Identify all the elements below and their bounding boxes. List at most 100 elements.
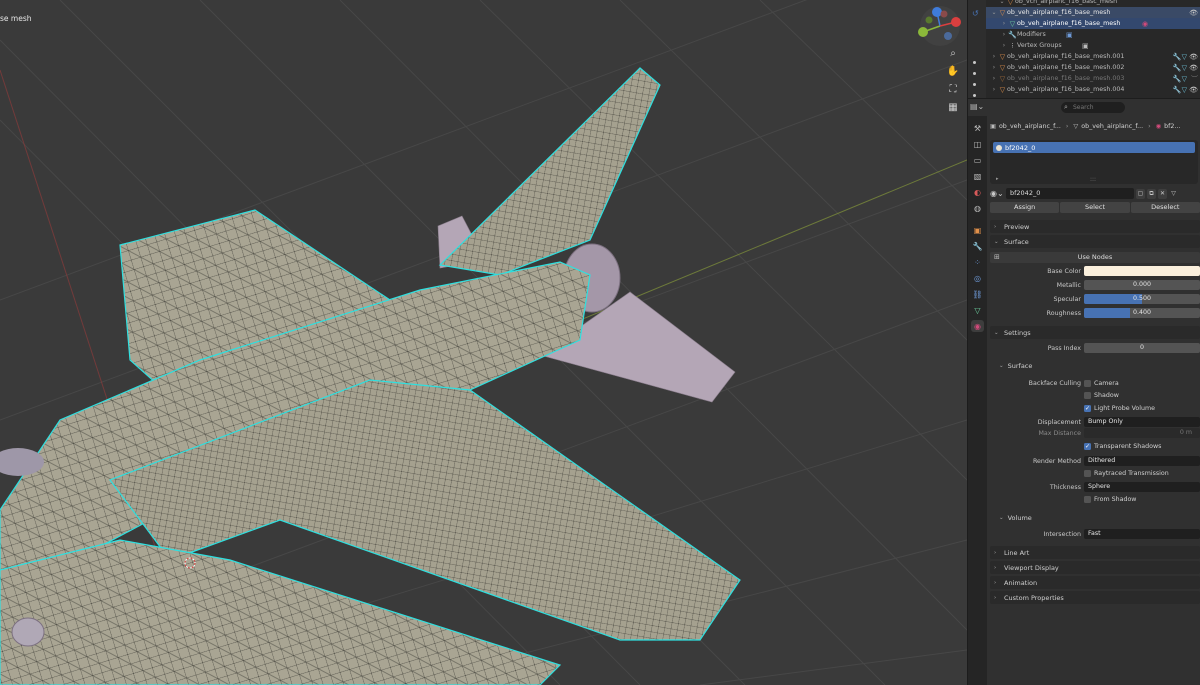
- outliner-row[interactable]: › ▽ ob_veh_airplane_f16_base_mesh.004 🔧▽ 👁: [986, 84, 1200, 95]
- camera-checkbox[interactable]: Camera: [1084, 379, 1119, 388]
- fake-user-icon[interactable]: ▢: [1136, 188, 1145, 199]
- outliner-row-hidden[interactable]: › ▽ ob_veh_airplane_f16_base_mesh.003 🔧▽ ︶: [986, 73, 1200, 84]
- outliner[interactable]: ↺ ⌄ ▽ ob_vch_airplanc_f16_basc_mesh ⌄ ▽ ob_v…: [968, 0, 1200, 98]
- thickness-row: Thickness Sphere: [990, 482, 1200, 493]
- grid-icon[interactable]: ▦: [946, 100, 960, 114]
- collapsed-arrow-icon: ›: [994, 549, 997, 556]
- material-slot[interactable]: bf2042_0: [993, 142, 1195, 153]
- specular-row: Specular 0.500: [990, 294, 1200, 305]
- eye-icon[interactable]: 👁: [1189, 9, 1198, 17]
- particles-tab-icon[interactable]: ⁘: [971, 256, 984, 268]
- world-tab-icon[interactable]: ◍: [971, 202, 984, 214]
- eye-icon[interactable]: 👁: [1189, 86, 1198, 94]
- node-tree-icon: ⊞: [994, 253, 1000, 261]
- expanded-arrow-icon: ⌄: [999, 515, 1004, 521]
- visibility-dot: [973, 61, 976, 64]
- backface-culling-row: Backface Culling Camera: [1028, 379, 1119, 388]
- transparent-shadows-checkbox[interactable]: ✓ Transparent Shadows: [1084, 442, 1161, 451]
- outliner-row-selected[interactable]: ⌄ ▽ ob_veh_airplane_f16_base_mesh 👁: [986, 7, 1200, 18]
- duplicate-icon[interactable]: ⧉: [1147, 188, 1156, 199]
- 3d-viewport[interactable]: se mesh ⌕ ✋ ⛶ ▦: [0, 0, 967, 685]
- deselect-button[interactable]: Deselect: [1130, 202, 1200, 213]
- mesh-object-icon: ▽: [999, 8, 1006, 17]
- checkbox-icon: [1084, 470, 1091, 477]
- metallic-row: Metallic 0.000: [990, 280, 1200, 291]
- physics-tab-icon[interactable]: ◎: [971, 272, 984, 284]
- hand-icon[interactable]: ✋: [946, 64, 960, 78]
- outliner-row[interactable]: › ▽ ob_veh_airplane_f16_base_mesh.002 🔧▽ 👁: [986, 62, 1200, 73]
- roughness-slider[interactable]: 0.400: [1084, 308, 1200, 318]
- viewport-object-label: se mesh: [0, 14, 32, 23]
- eye-icon[interactable]: 👁: [1189, 53, 1198, 61]
- check-icon: ✓: [1084, 443, 1091, 450]
- filter-icon[interactable]: ▽: [1169, 189, 1178, 199]
- material-browse-icon[interactable]: ◉⌄: [990, 189, 1004, 198]
- material-tab-icon[interactable]: ◉: [971, 320, 984, 332]
- use-nodes-button[interactable]: ⊞ Use Nodes: [990, 252, 1200, 263]
- constraints-tab-icon[interactable]: ⛓: [971, 288, 984, 300]
- wrench-icon: 🔧: [1008, 30, 1017, 39]
- aircraft-mesh-scene[interactable]: [0, 0, 967, 685]
- panel-settings[interactable]: ⌄ Settings: [990, 326, 1200, 339]
- panel-viewport-display[interactable]: › Viewport Display: [990, 561, 1200, 574]
- expand-arrow-icon[interactable]: ▸: [996, 176, 999, 182]
- editor-type-dropdown[interactable]: ▤⌄: [970, 102, 984, 111]
- select-button[interactable]: Select: [1060, 202, 1130, 213]
- specular-slider[interactable]: 0.500: [1084, 294, 1200, 304]
- outliner-row-modifiers[interactable]: › 🔧 Modifiers ▣: [986, 29, 1200, 40]
- view-layer-tab-icon[interactable]: ▧: [971, 170, 984, 182]
- intersection-dropdown[interactable]: Fast: [1084, 529, 1200, 539]
- roughness-row: Roughness 0.400: [990, 308, 1200, 319]
- shadow-checkbox[interactable]: Shadow: [1084, 391, 1119, 400]
- base-color-row: Base Color: [990, 266, 1200, 277]
- panel-animation[interactable]: › Animation: [990, 576, 1200, 589]
- scene-tab-icon[interactable]: ◐: [971, 186, 984, 198]
- modifier-badge-icon: ▣: [1066, 30, 1073, 39]
- expand-arrow-icon[interactable]: ›: [1000, 20, 1008, 27]
- base-color-swatch[interactable]: [1084, 266, 1200, 276]
- outliner-row-vertex-groups[interactable]: › ⁝ Vertex Groups ▣: [986, 40, 1200, 51]
- modifier-icons: 🔧▽: [1172, 74, 1187, 83]
- panel-surface[interactable]: ⌄ Surface: [990, 235, 1200, 248]
- eye-closed-icon[interactable]: ︶: [1191, 74, 1198, 84]
- thickness-dropdown[interactable]: Sphere: [1084, 482, 1200, 492]
- render-method-dropdown[interactable]: Dithered: [1084, 456, 1200, 466]
- pass-index-field[interactable]: 0: [1084, 343, 1200, 353]
- collapsed-arrow-icon: ›: [994, 223, 997, 230]
- resize-grip-icon[interactable]: :::: [1090, 176, 1096, 183]
- render-method-row: Render Method Dithered: [990, 456, 1200, 467]
- light-probe-volume-checkbox[interactable]: ✓ Light Probe Volume: [1084, 404, 1155, 413]
- subpanel-surface[interactable]: ⌄ Surface: [999, 360, 1199, 372]
- metallic-slider[interactable]: 0.000: [1084, 280, 1200, 290]
- search-input[interactable]: ⌕ Search: [1061, 102, 1125, 113]
- object-tab-icon[interactable]: ▣: [971, 224, 984, 236]
- subpanel-volume[interactable]: ⌄ Volume: [999, 512, 1199, 524]
- raytraced-transmission-checkbox[interactable]: Raytraced Transmission: [1084, 469, 1169, 478]
- from-shadow-checkbox[interactable]: From Shadow: [1084, 495, 1136, 504]
- modifiers-tab-icon[interactable]: 🔧: [971, 240, 984, 252]
- material-name-field[interactable]: bf2042_0: [1006, 188, 1134, 199]
- displacement-dropdown[interactable]: Bump Only: [1084, 417, 1200, 427]
- modifier-icons: 🔧▽: [1172, 85, 1187, 94]
- assign-button[interactable]: Assign: [990, 202, 1060, 213]
- panel-line-art[interactable]: › Line Art: [990, 546, 1200, 559]
- output-tab-icon[interactable]: ▭: [971, 154, 984, 166]
- camera-icon[interactable]: ⛶: [946, 82, 960, 96]
- expand-arrow-icon[interactable]: ⌄: [990, 9, 998, 16]
- outliner-row[interactable]: ⌄ ▽ ob_vch_airplanc_f16_basc_mesh: [986, 0, 1200, 7]
- close-icon[interactable]: ✕: [1158, 188, 1167, 199]
- eye-icon[interactable]: 👁: [1189, 64, 1198, 72]
- data-tab-icon[interactable]: ▽: [971, 304, 984, 316]
- outliner-row[interactable]: › ▽ ob_veh_airplane_f16_base_mesh.001 🔧▽ 👁: [986, 51, 1200, 62]
- panel-custom-properties[interactable]: › Custom Properties: [990, 591, 1200, 604]
- panel-preview[interactable]: › Preview: [990, 220, 1200, 233]
- outliner-row-mesh-data[interactable]: › ▽ ob_veh_airplane_f16_base_mesh ◉: [986, 18, 1200, 29]
- render-tab-icon[interactable]: ◫: [971, 138, 984, 150]
- checkbox-icon: [1084, 496, 1091, 503]
- material-slot-list[interactable]: bf2042_0 ▸ :::: [990, 140, 1198, 184]
- restrict-icon[interactable]: ↺: [972, 9, 979, 18]
- max-distance-field[interactable]: 0 m: [1084, 428, 1200, 438]
- tool-tab-icon[interactable]: ⚒: [971, 122, 984, 134]
- zoom-icon[interactable]: ⌕: [946, 46, 960, 60]
- navigation-gizmo[interactable]: [918, 6, 961, 46]
